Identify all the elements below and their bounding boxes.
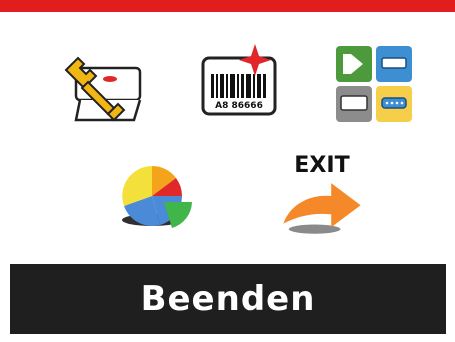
top-accent-bar	[0, 0, 455, 12]
menu-item-settings[interactable]	[58, 40, 150, 132]
menu-item-barcode[interactable]: A8 86666	[193, 40, 285, 132]
barcode-label-icon: A8 86666	[201, 44, 277, 116]
pie-chart-icon	[122, 166, 192, 228]
settings-wrench-icon	[64, 56, 142, 122]
selected-item-label: Beenden	[140, 279, 316, 319]
status-bar: Beenden	[10, 264, 446, 334]
barcode-text: A8 86666	[215, 101, 263, 111]
printer-menu-screen: A8 86666 EXIT Beenden	[0, 0, 455, 342]
interfaces-icon	[336, 46, 412, 122]
exit-label: EXIT	[294, 153, 349, 178]
exit-arrow-icon: EXIT	[283, 153, 361, 234]
menu-item-statistics[interactable]	[110, 150, 202, 242]
menu-item-exit[interactable]: EXIT	[276, 150, 368, 242]
menu-item-interfaces[interactable]	[328, 40, 420, 132]
